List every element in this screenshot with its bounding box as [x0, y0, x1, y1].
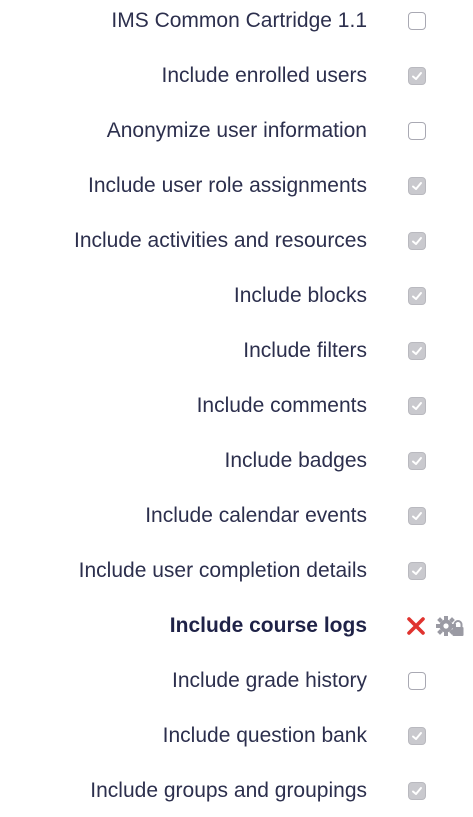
checkmark-icon	[412, 237, 422, 245]
checkmark-icon	[412, 347, 422, 355]
setting-label: Include course logs	[169, 614, 367, 637]
setting-label: Include comments	[196, 394, 367, 417]
cross-icon	[407, 617, 425, 635]
setting-row-anonymize-users: Anonymize user information	[0, 114, 473, 148]
setting-label: Include enrolled users	[161, 64, 367, 87]
setting-row-calendar-events: Include calendar events	[0, 499, 473, 533]
setting-row-groups-groupings: Include groups and groupings	[0, 774, 473, 808]
setting-checkbox[interactable]	[408, 232, 426, 250]
setting-checkbox[interactable]	[408, 672, 426, 690]
checkmark-icon	[412, 567, 422, 575]
setting-label: Include badges	[224, 449, 367, 472]
checkmark-icon	[412, 72, 422, 80]
setting-checkbox[interactable]	[408, 342, 426, 360]
setting-row-grade-history: Include grade history	[0, 664, 473, 698]
setting-label: Include user role assignments	[88, 174, 367, 197]
setting-label: Include grade history	[172, 669, 367, 692]
backup-settings-list: IMS Common Cartridge 1.1 Include enrolle…	[0, 0, 473, 817]
setting-label: Include groups and groupings	[90, 779, 367, 802]
setting-row-role-assignments: Include user role assignments	[0, 169, 473, 203]
setting-row-ims-common-cartridge: IMS Common Cartridge 1.1	[0, 4, 473, 38]
setting-row-badges: Include badges	[0, 444, 473, 478]
setting-row-enrolled-users: Include enrolled users	[0, 59, 473, 93]
checkmark-icon	[412, 292, 422, 300]
setting-checkbox[interactable]	[408, 122, 426, 140]
setting-row-blocks: Include blocks	[0, 279, 473, 313]
setting-row-comments: Include comments	[0, 389, 473, 423]
setting-label: Include calendar events	[145, 504, 367, 527]
setting-row-activities-resources: Include activities and resources	[0, 224, 473, 258]
checkmark-icon	[412, 182, 422, 190]
checkmark-icon	[412, 732, 422, 740]
setting-label: Include question bank	[162, 724, 367, 747]
setting-label: Anonymize user information	[106, 119, 367, 142]
locked-setting-indicator	[406, 613, 473, 639]
setting-checkbox[interactable]	[408, 287, 426, 305]
setting-checkbox[interactable]	[408, 67, 426, 85]
setting-row-filters: Include filters	[0, 334, 473, 368]
setting-checkbox[interactable]	[408, 562, 426, 580]
setting-checkbox[interactable]	[408, 507, 426, 525]
checkmark-icon	[412, 512, 422, 520]
setting-label: Include filters	[243, 339, 367, 362]
checkmark-icon	[412, 402, 422, 410]
checkmark-icon	[412, 457, 422, 465]
setting-label: Include user completion details	[78, 559, 367, 582]
setting-checkbox[interactable]	[408, 782, 426, 800]
setting-checkbox[interactable]	[408, 12, 426, 30]
setting-row-question-bank: Include question bank	[0, 719, 473, 753]
setting-label: IMS Common Cartridge 1.1	[111, 9, 367, 32]
setting-checkbox[interactable]	[408, 177, 426, 195]
gear-lock-icon[interactable]	[435, 614, 465, 638]
setting-checkbox[interactable]	[408, 452, 426, 470]
checkmark-icon	[412, 787, 422, 795]
setting-row-completion-details: Include user completion details	[0, 554, 473, 588]
setting-label: Include activities and resources	[74, 229, 367, 252]
setting-checkbox[interactable]	[408, 727, 426, 745]
setting-row-course-logs: Include course logs	[0, 609, 473, 643]
setting-checkbox[interactable]	[408, 397, 426, 415]
setting-label: Include blocks	[233, 284, 367, 307]
